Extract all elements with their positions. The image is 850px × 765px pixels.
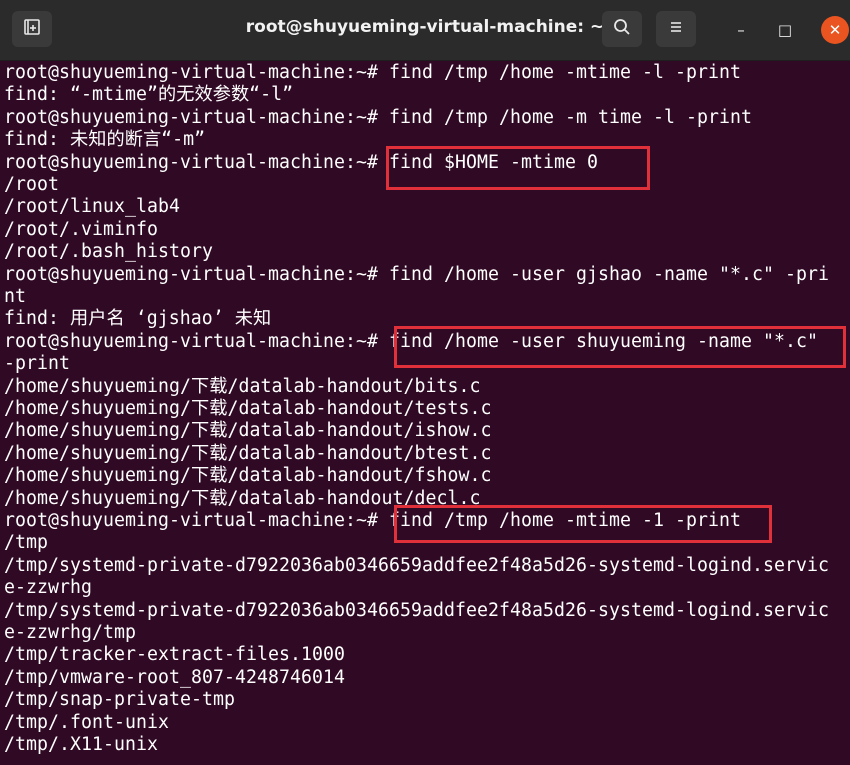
terminal-line: /root bbox=[4, 174, 59, 195]
highlight-box bbox=[394, 505, 772, 543]
terminal-line: nt bbox=[4, 286, 26, 307]
terminal-line: /tmp/systemd-private-d7922036ab0346659ad… bbox=[4, 554, 829, 576]
terminal-line: /tmp/snap-private-tmp bbox=[4, 689, 235, 711]
terminal-line: /tmp/.X11-unix bbox=[4, 734, 158, 755]
terminal-titlebar: root@shuyueming-virtual-machine: ~ – □ ✕ bbox=[0, 0, 850, 61]
terminal-line: /home/shuyueming/下载/datalab-handout/isho… bbox=[4, 420, 492, 442]
highlight-box bbox=[394, 326, 846, 368]
highlight-box bbox=[386, 146, 650, 190]
terminal-line: /home/shuyueming/下载/datalab-handout/btes… bbox=[4, 442, 492, 464]
terminal-line: find: “-mtime”的无效参数“-l” bbox=[4, 84, 294, 106]
new-tab-icon bbox=[22, 17, 42, 42]
close-button[interactable]: ✕ bbox=[821, 16, 849, 44]
terminal-line: /home/shuyueming/下载/datalab-handout/bits… bbox=[4, 375, 481, 397]
terminal-line: /tmp/.font-unix bbox=[4, 711, 169, 733]
menu-button[interactable] bbox=[656, 11, 696, 47]
terminal-line: root@shuyueming-virtual-machine:~# find … bbox=[4, 106, 752, 128]
terminal-line: /root/linux_lab4 bbox=[4, 196, 180, 218]
search-icon bbox=[612, 17, 632, 42]
terminal-line: root@shuyueming-virtual-machine:~# find … bbox=[4, 62, 741, 83]
new-tab-button[interactable] bbox=[12, 11, 52, 47]
terminal-line: root@shuyueming-virtual-machine:~# find … bbox=[4, 263, 829, 285]
terminal-line: e-zzwrhg/tmp bbox=[4, 622, 136, 643]
terminal-line: -print bbox=[4, 353, 70, 375]
minimize-icon: – bbox=[737, 21, 745, 39]
terminal-line: /home/shuyueming/下载/datalab-handout/fsho… bbox=[4, 465, 492, 487]
hamburger-menu-icon bbox=[667, 18, 685, 41]
terminal-line: find: 未知的断言“-m” bbox=[4, 129, 206, 151]
terminal-line: /tmp/tracker-extract-files.1000 bbox=[4, 644, 345, 666]
terminal-line: e-zzwrhg bbox=[4, 577, 92, 599]
maximize-button[interactable]: □ bbox=[771, 16, 799, 44]
terminal-line: find: 用户名 ‘gjshao’ 未知 bbox=[4, 308, 272, 330]
terminal-line: /tmp bbox=[4, 532, 48, 554]
terminal-line: /tmp/systemd-private-d7922036ab0346659ad… bbox=[4, 599, 829, 621]
close-icon: ✕ bbox=[828, 21, 842, 39]
search-button[interactable] bbox=[602, 11, 642, 47]
minimize-button[interactable]: – bbox=[727, 16, 755, 44]
terminal-line: /root/.bash_history bbox=[4, 241, 213, 263]
terminal-line: /tmp/vmware-root_807-4248746014 bbox=[4, 666, 345, 688]
terminal-line: /home/shuyueming/下载/datalab-handout/test… bbox=[4, 398, 492, 419]
window-title: root@shuyueming-virtual-machine: ~ bbox=[245, 17, 605, 37]
terminal-line: /root/.viminfo bbox=[4, 218, 158, 240]
maximize-icon: □ bbox=[777, 21, 793, 39]
